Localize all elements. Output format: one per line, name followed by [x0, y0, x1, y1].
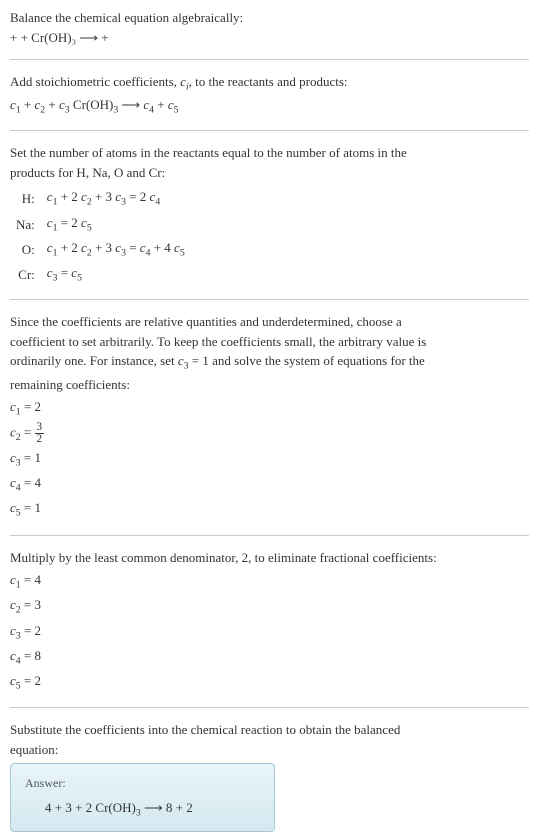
multiply-coefs: c1 = 4 c2 = 3 c3 = 2 c4 = 8 c5 = 2 — [10, 569, 529, 695]
element-equation: c1 + 2 c2 + 3 c3 = 2 c4 — [41, 186, 191, 211]
coef-c4: c4 = 8 — [10, 645, 529, 670]
coef-c4: c4 = 4 — [10, 472, 529, 497]
element-equation: c1 + 2 c2 + 3 c3 = c4 + 4 c5 — [41, 237, 191, 262]
final-p1: Substitute the coefficients into the che… — [10, 720, 529, 740]
multiply-section: Multiply by the least common denominator… — [10, 548, 529, 696]
element-label: H: — [10, 186, 41, 211]
intro-line2: + + Cr(OH)₃ ⟶ + — [10, 28, 529, 48]
table-row: Na: c1 = 2 c5 — [10, 212, 191, 237]
divider — [10, 535, 529, 536]
answer-box: Answer: 4 + 3 + 2 Cr(OH)3 ⟶ 8 + 2 — [10, 763, 275, 832]
atoms-section: Set the number of atoms in the reactants… — [10, 143, 529, 287]
atoms-table: H: c1 + 2 c2 + 3 c3 = 2 c4 Na: c1 = 2 c5… — [10, 186, 191, 287]
coef-c5: c5 = 2 — [10, 670, 529, 695]
solve-p4: remaining coefficients: — [10, 375, 529, 395]
solve-p2: coefficient to set arbitrarily. To keep … — [10, 332, 529, 352]
coef-c2: c2 = 32 — [10, 421, 529, 447]
divider — [10, 59, 529, 60]
coef-c1: c1 = 4 — [10, 569, 529, 594]
divider — [10, 130, 529, 131]
solve-coefs: c1 = 2 c2 = 32 c3 = 1 c4 = 4 c5 = 1 — [10, 396, 529, 523]
divider — [10, 707, 529, 708]
element-equation: c3 = c5 — [41, 262, 191, 287]
stoich-line1: Add stoichiometric coefficients, ci, to … — [10, 72, 529, 95]
element-equation: c1 = 2 c5 — [41, 212, 191, 237]
stoich-section: Add stoichiometric coefficients, ci, to … — [10, 72, 529, 118]
solve-p1: Since the coefficients are relative quan… — [10, 312, 529, 332]
coef-c1: c1 = 2 — [10, 396, 529, 421]
element-label: Na: — [10, 212, 41, 237]
coef-c2: c2 = 3 — [10, 594, 529, 619]
table-row: O: c1 + 2 c2 + 3 c3 = c4 + 4 c5 — [10, 237, 191, 262]
final-section: Substitute the coefficients into the che… — [10, 720, 529, 759]
answer-equation: 4 + 3 + 2 Cr(OH)3 ⟶ 8 + 2 — [25, 798, 260, 821]
coef-c5: c5 = 1 — [10, 497, 529, 522]
final-p2: equation: — [10, 740, 529, 760]
coef-c3: c3 = 2 — [10, 620, 529, 645]
solve-section: Since the coefficients are relative quan… — [10, 312, 529, 522]
multiply-intro: Multiply by the least common denominator… — [10, 548, 529, 568]
divider — [10, 299, 529, 300]
answer-label: Answer: — [25, 774, 260, 792]
element-label: Cr: — [10, 262, 41, 287]
solve-p3: ordinarily one. For instance, set c3 = 1… — [10, 351, 529, 374]
intro-line1: Balance the chemical equation algebraica… — [10, 8, 529, 28]
intro-section: Balance the chemical equation algebraica… — [10, 8, 529, 47]
atoms-intro2: products for H, Na, O and Cr: — [10, 163, 529, 183]
coef-c3: c3 = 1 — [10, 447, 529, 472]
stoich-line2: c1 + c2 + c3 Cr(OH)3 ⟶ c4 + c5 — [10, 95, 529, 118]
table-row: Cr: c3 = c5 — [10, 262, 191, 287]
table-row: H: c1 + 2 c2 + 3 c3 = 2 c4 — [10, 186, 191, 211]
element-label: O: — [10, 237, 41, 262]
atoms-intro1: Set the number of atoms in the reactants… — [10, 143, 529, 163]
